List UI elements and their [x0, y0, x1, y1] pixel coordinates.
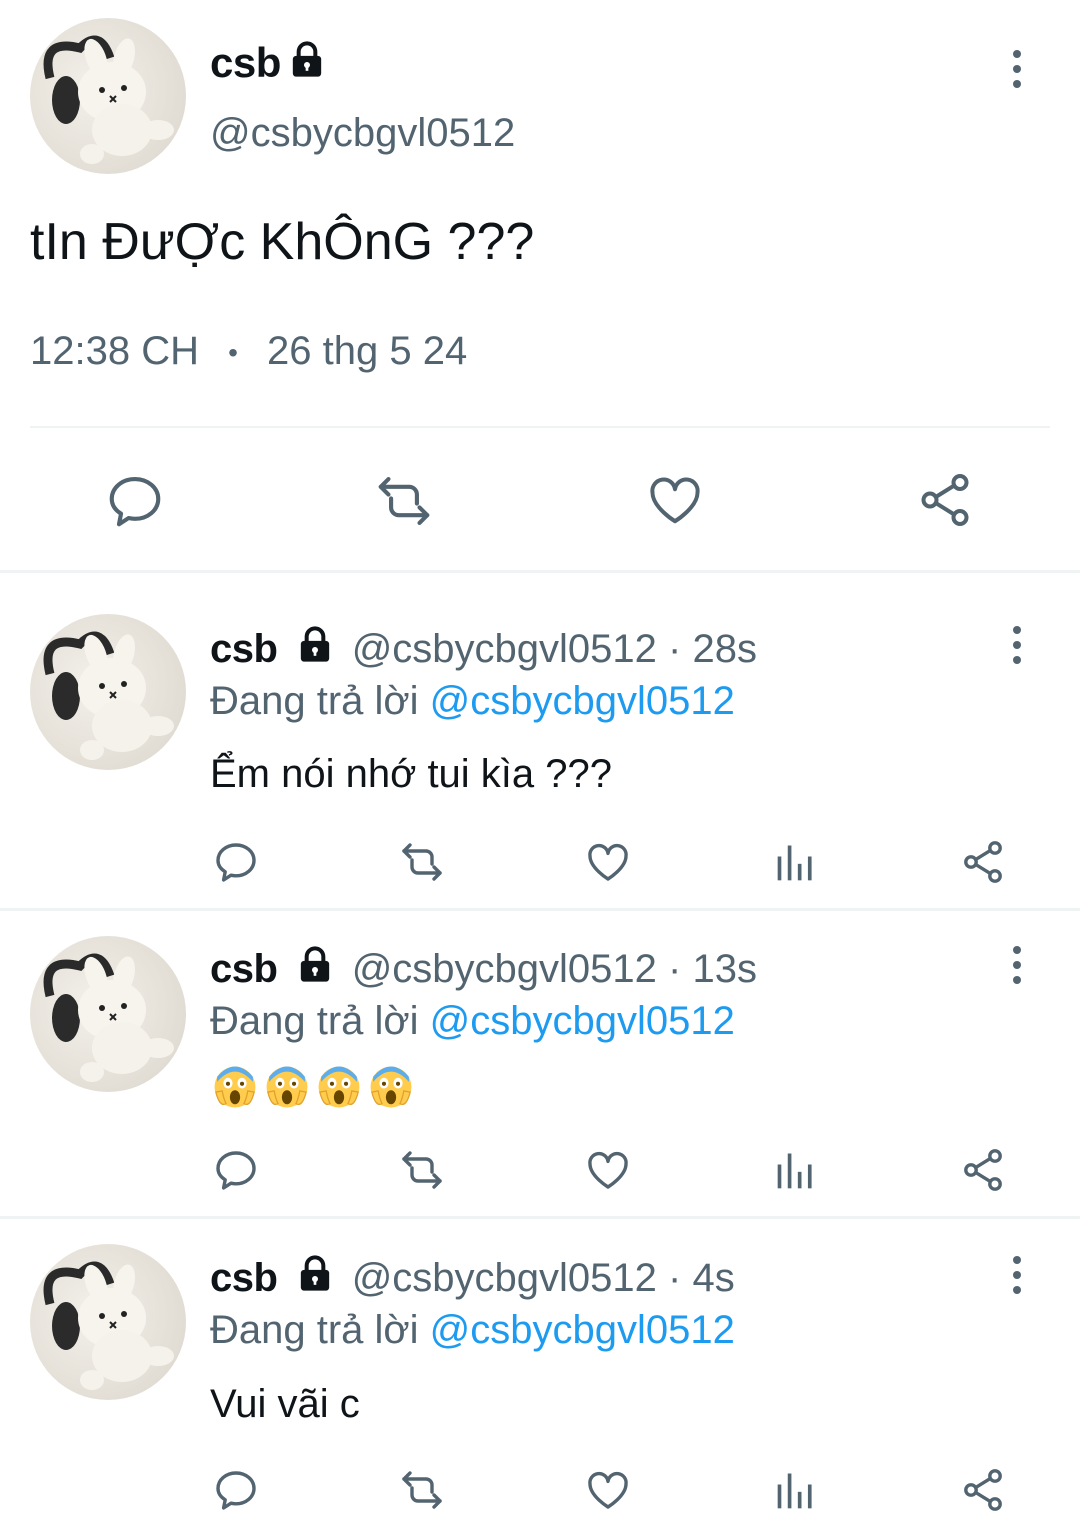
divider	[30, 426, 1050, 428]
display-name[interactable]: csb	[210, 947, 278, 991]
handle[interactable]: @csbycbgvl0512	[210, 108, 515, 158]
divider	[0, 1216, 1080, 1219]
handle-and-time[interactable]: @csbycbgvl0512 · 13s	[352, 947, 757, 991]
face-screaming-in-fear-icon	[316, 1064, 362, 1110]
views-bar-chart-icon[interactable]	[774, 840, 818, 884]
more-vertical-icon[interactable]	[1012, 1256, 1022, 1294]
replying-to: Đang trả lời @csbycbgvl0512	[210, 996, 735, 1046]
reply-header: csb @csbycbgvl0512 · 13s	[210, 944, 757, 997]
face-screaming-in-fear-icon	[212, 1064, 258, 1110]
timestamp-separator: •	[228, 337, 238, 369]
heart-icon[interactable]	[584, 1466, 632, 1514]
face-screaming-in-fear-icon	[368, 1064, 414, 1110]
display-name[interactable]: csb	[210, 1256, 278, 1300]
tweet-time: 12:38 CH	[30, 329, 199, 373]
avatar[interactable]	[30, 936, 186, 1092]
reply-header: csb @csbycbgvl0512 · 4s	[210, 1253, 735, 1306]
heart-icon[interactable]	[584, 838, 632, 886]
tweet-timestamp: 12:38 CH • 26 thg 5 24	[30, 326, 467, 378]
lock-icon	[295, 625, 335, 677]
retweet-icon[interactable]	[396, 1466, 448, 1514]
more-vertical-icon[interactable]	[1012, 946, 1022, 984]
replying-to: Đang trả lời @csbycbgvl0512	[210, 1305, 735, 1355]
share-icon[interactable]	[914, 470, 976, 530]
display-name[interactable]: csb	[210, 38, 281, 88]
replying-to: Đang trả lời @csbycbgvl0512	[210, 676, 735, 726]
handle-and-time[interactable]: @csbycbgvl0512 · 28s	[352, 627, 757, 671]
reply-bubble-icon[interactable]	[212, 838, 260, 886]
handle-and-time[interactable]: @csbycbgvl0512 · 4s	[352, 1256, 735, 1300]
reply-emoji-row	[212, 1064, 420, 1112]
face-screaming-in-fear-icon	[264, 1064, 310, 1110]
divider	[0, 908, 1080, 911]
views-bar-chart-icon[interactable]	[774, 1148, 818, 1192]
replying-prefix: Đang trả lời	[210, 1308, 419, 1352]
replying-prefix: Đang trả lời	[210, 999, 419, 1043]
avatar[interactable]	[30, 18, 186, 174]
replying-prefix: Đang trả lời	[210, 679, 419, 723]
retweet-icon[interactable]	[396, 1146, 448, 1194]
more-vertical-icon[interactable]	[1012, 626, 1022, 664]
tweet-date: 26 thg 5 24	[267, 329, 468, 373]
lock-icon	[295, 945, 335, 997]
retweet-icon[interactable]	[372, 470, 436, 532]
lock-icon	[295, 1254, 335, 1306]
reply-bubble-icon[interactable]	[212, 1146, 260, 1194]
reply-header: csb @csbycbgvl0512 · 28s	[210, 624, 757, 677]
display-name[interactable]: csb	[210, 627, 278, 671]
heart-icon[interactable]	[645, 470, 705, 530]
share-icon[interactable]	[958, 1146, 1008, 1194]
tweet-text: tIn ĐưỢc KhÔnG ???	[30, 213, 535, 271]
reply-text: Ểm nói nhớ tui kìa ???	[210, 752, 613, 796]
share-icon[interactable]	[958, 838, 1008, 886]
reply-text: Vui vãi c	[210, 1382, 360, 1426]
lock-icon	[287, 40, 327, 85]
heart-icon[interactable]	[584, 1146, 632, 1194]
replying-handle-link[interactable]: @csbycbgvl0512	[430, 679, 735, 723]
avatar[interactable]	[30, 1244, 186, 1400]
avatar[interactable]	[30, 614, 186, 770]
reply-bubble-icon[interactable]	[104, 470, 166, 532]
share-icon[interactable]	[958, 1466, 1008, 1514]
reply-bubble-icon[interactable]	[212, 1466, 260, 1514]
replying-handle-link[interactable]: @csbycbgvl0512	[430, 999, 735, 1043]
more-vertical-icon[interactable]	[1012, 50, 1022, 88]
retweet-icon[interactable]	[396, 838, 448, 886]
replying-handle-link[interactable]: @csbycbgvl0512	[430, 1308, 735, 1352]
divider	[0, 570, 1080, 573]
views-bar-chart-icon[interactable]	[774, 1468, 818, 1512]
